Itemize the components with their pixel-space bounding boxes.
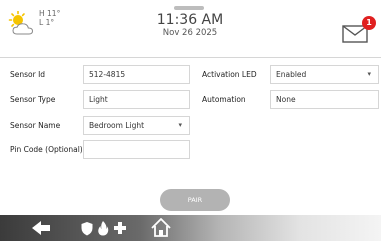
fire-icon bbox=[98, 221, 109, 236]
chevron-down-icon: ▾ bbox=[367, 70, 371, 78]
notification-badge: 1 bbox=[362, 16, 376, 30]
automation-label: Automation bbox=[202, 95, 246, 104]
temperature-low: L 1° bbox=[39, 18, 55, 27]
temperature-high: H 11° bbox=[39, 9, 61, 18]
sensor-type-value: Light bbox=[89, 95, 108, 104]
back-button[interactable] bbox=[30, 215, 52, 241]
pin-code-input[interactable] bbox=[83, 140, 190, 159]
automation-value: None bbox=[276, 95, 296, 104]
sensor-id-field[interactable]: 512-4815 bbox=[83, 65, 190, 84]
sensor-form: Sensor Id 512-4815 Sensor Type Light Sen… bbox=[0, 57, 381, 197]
partly-sunny-icon bbox=[8, 11, 34, 35]
medical-cross-icon bbox=[114, 222, 126, 234]
automation-field[interactable]: None bbox=[270, 90, 379, 109]
pull-down-handle[interactable] bbox=[174, 6, 204, 10]
clock-date: Nov 26 2025 bbox=[162, 28, 218, 38]
sensor-name-dropdown[interactable]: Bedroom Light ▾ bbox=[83, 116, 190, 135]
sensor-type-label: Sensor Type bbox=[10, 95, 56, 104]
sensor-id-label: Sensor Id bbox=[10, 70, 46, 79]
sensor-name-value: Bedroom Light bbox=[89, 121, 145, 130]
status-header: H 11° L 1° 11:36 AM Nov 26 2025 1 bbox=[0, 0, 381, 58]
sensor-id-value: 512-4815 bbox=[89, 70, 126, 79]
chevron-down-icon: ▾ bbox=[178, 121, 182, 129]
activation-led-dropdown[interactable]: Enabled ▾ bbox=[270, 65, 379, 84]
home-button[interactable] bbox=[150, 215, 172, 241]
back-arrow-icon bbox=[32, 221, 50, 235]
clock-time: 11:36 AM bbox=[156, 12, 224, 28]
sensor-type-field[interactable]: Light bbox=[83, 90, 190, 109]
activation-led-label: Activation LED bbox=[202, 70, 257, 79]
activation-led-value: Enabled bbox=[276, 70, 307, 79]
bottom-nav-bar bbox=[0, 215, 381, 241]
pin-code-label: Pin Code (Optional) bbox=[10, 145, 83, 154]
messages-button[interactable]: 1 bbox=[342, 16, 376, 47]
police-panic-button[interactable] bbox=[80, 215, 94, 241]
sensor-name-label: Sensor Name bbox=[10, 121, 61, 130]
pair-button[interactable]: PAIR bbox=[160, 189, 230, 211]
weather-widget[interactable]: H 11° L 1° bbox=[8, 9, 78, 49]
clock: 11:36 AM Nov 26 2025 bbox=[140, 12, 240, 39]
home-icon bbox=[151, 218, 171, 237]
medical-panic-button[interactable] bbox=[113, 215, 127, 241]
shield-icon bbox=[81, 222, 93, 236]
fire-panic-button[interactable] bbox=[97, 215, 109, 241]
